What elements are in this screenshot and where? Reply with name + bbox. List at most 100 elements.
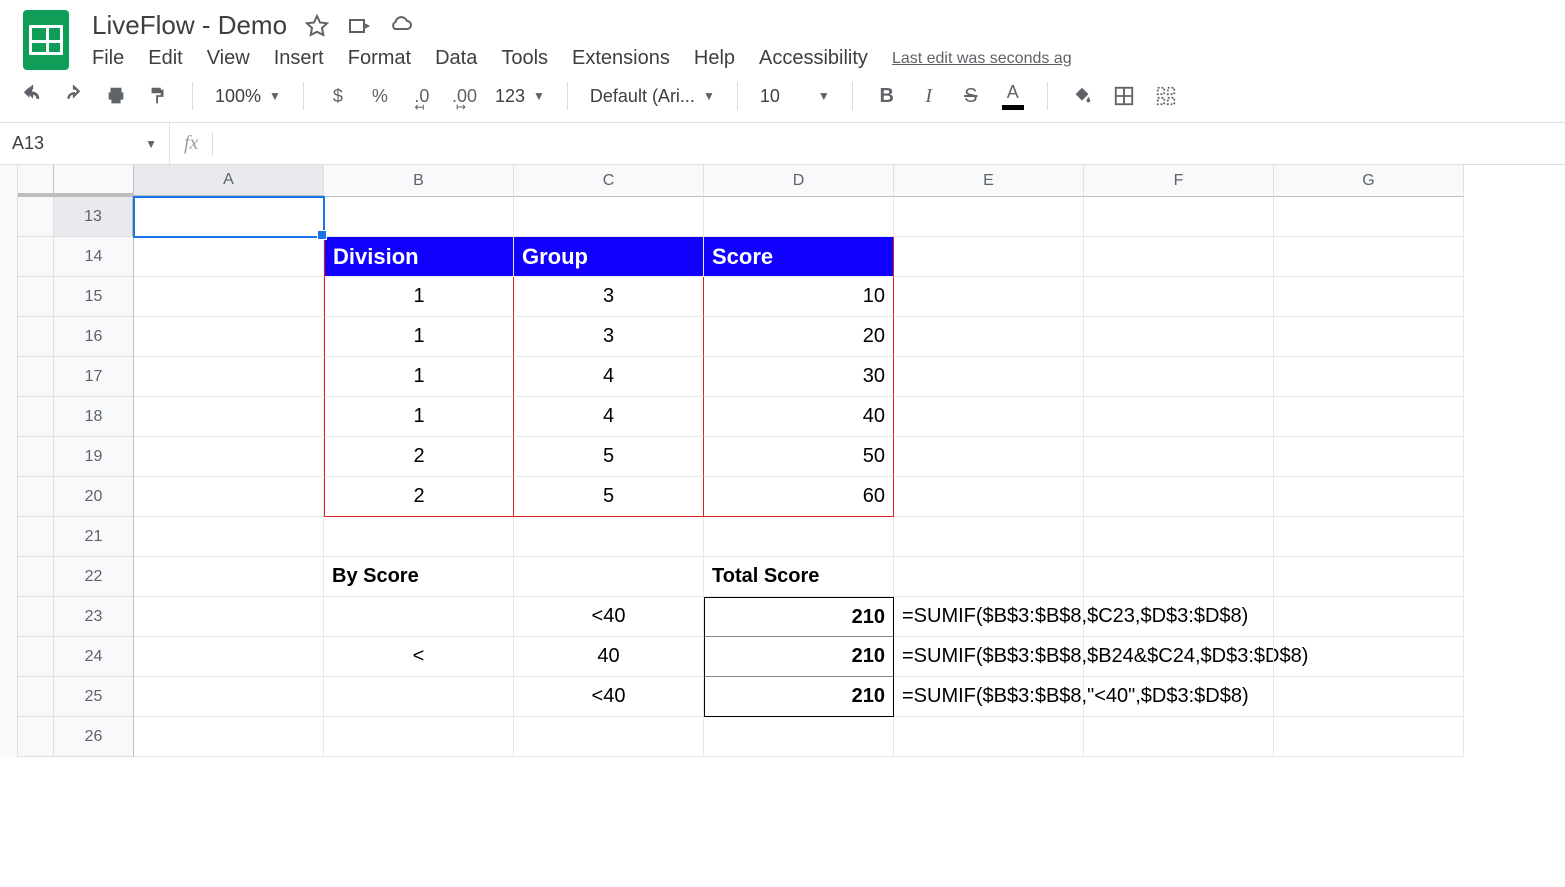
menu-tools[interactable]: Tools xyxy=(501,47,548,70)
cell-C20[interactable]: 5 xyxy=(514,477,704,517)
print-button[interactable] xyxy=(104,85,128,107)
col-header-E[interactable]: E xyxy=(894,165,1084,197)
cell-G26[interactable] xyxy=(1274,717,1464,757)
col-header-B[interactable]: B xyxy=(324,165,514,197)
name-box[interactable]: A13 ▼ xyxy=(0,123,170,164)
cell-D21[interactable] xyxy=(704,517,894,557)
cell-A22[interactable] xyxy=(134,557,324,597)
cell-A21[interactable] xyxy=(134,517,324,557)
cell-E19[interactable] xyxy=(894,437,1084,477)
row-header-19[interactable]: 19 xyxy=(54,437,134,477)
cell-C19[interactable]: 5 xyxy=(514,437,704,477)
cell-B15[interactable]: 1 xyxy=(324,277,514,317)
row-header-20[interactable]: 20 xyxy=(54,477,134,517)
cell-F24[interactable] xyxy=(1084,637,1274,677)
cell-D14[interactable]: Score xyxy=(704,237,894,277)
cell-A13[interactable] xyxy=(134,197,324,237)
zoom-select[interactable]: 100% ▼ xyxy=(215,86,281,107)
row-header-23[interactable]: 23 xyxy=(54,597,134,637)
merge-cells-button[interactable] xyxy=(1154,85,1178,107)
cell-G16[interactable] xyxy=(1274,317,1464,357)
cell-G15[interactable] xyxy=(1274,277,1464,317)
cell-A20[interactable] xyxy=(134,477,324,517)
cell-B17[interactable]: 1 xyxy=(324,357,514,397)
cell-D19[interactable]: 50 xyxy=(704,437,894,477)
row-header-14[interactable]: 14 xyxy=(54,237,134,277)
cell-D15[interactable]: 10 xyxy=(704,277,894,317)
col-header-A[interactable]: A xyxy=(134,165,324,197)
row-header-16[interactable]: 16 xyxy=(54,317,134,357)
cell-B21[interactable] xyxy=(324,517,514,557)
cell-G14[interactable] xyxy=(1274,237,1464,277)
cell-D25[interactable]: 210 xyxy=(704,677,894,717)
cloud-status-icon[interactable] xyxy=(389,14,413,38)
cell-D18[interactable]: 40 xyxy=(704,397,894,437)
cell-C16[interactable]: 3 xyxy=(514,317,704,357)
menu-file[interactable]: File xyxy=(92,47,124,70)
menu-insert[interactable]: Insert xyxy=(274,47,324,70)
cell-E20[interactable] xyxy=(894,477,1084,517)
cell-D22[interactable]: Total Score xyxy=(704,557,894,597)
cell-E14[interactable] xyxy=(894,237,1084,277)
cell-F14[interactable] xyxy=(1084,237,1274,277)
cell-A25[interactable] xyxy=(134,677,324,717)
cell-B14[interactable]: Division xyxy=(324,237,514,277)
row-header-17[interactable]: 17 xyxy=(54,357,134,397)
cell-E16[interactable] xyxy=(894,317,1084,357)
cell-F25[interactable] xyxy=(1084,677,1274,717)
cell-F18[interactable] xyxy=(1084,397,1274,437)
font-select[interactable]: Default (Ari... ▼ xyxy=(590,86,715,107)
cell-G22[interactable] xyxy=(1274,557,1464,597)
redo-button[interactable] xyxy=(62,85,86,107)
bold-button[interactable]: B xyxy=(875,85,899,108)
cell-B22[interactable]: By Score xyxy=(324,557,514,597)
cell-A24[interactable] xyxy=(134,637,324,677)
cell-D23[interactable]: 210 xyxy=(704,597,894,637)
borders-button[interactable] xyxy=(1112,85,1136,107)
col-header-D[interactable]: D xyxy=(704,165,894,197)
cell-D26[interactable] xyxy=(704,717,894,757)
cell-F19[interactable] xyxy=(1084,437,1274,477)
cell-G23[interactable] xyxy=(1274,597,1464,637)
cell-E25[interactable]: =SUMIF($B$3:$B$8,"<40",$D$3:$D$8) xyxy=(894,677,1084,717)
cell-C25[interactable]: <40 xyxy=(514,677,704,717)
cell-D13[interactable] xyxy=(704,197,894,237)
row-header-24[interactable]: 24 xyxy=(54,637,134,677)
decrease-decimal-button[interactable]: .0↤ xyxy=(410,86,434,107)
cell-E22[interactable] xyxy=(894,557,1084,597)
cell-E18[interactable] xyxy=(894,397,1084,437)
cell-C13[interactable] xyxy=(514,197,704,237)
cell-B23[interactable] xyxy=(324,597,514,637)
cell-G13[interactable] xyxy=(1274,197,1464,237)
row-header-21[interactable]: 21 xyxy=(54,517,134,557)
col-header-F[interactable]: F xyxy=(1084,165,1274,197)
currency-button[interactable]: $ xyxy=(326,86,350,107)
row-header-15[interactable]: 15 xyxy=(54,277,134,317)
cell-G24[interactable] xyxy=(1274,637,1464,677)
menu-data[interactable]: Data xyxy=(435,47,477,70)
cell-E26[interactable] xyxy=(894,717,1084,757)
cell-F26[interactable] xyxy=(1084,717,1274,757)
cell-E15[interactable] xyxy=(894,277,1084,317)
menu-extensions[interactable]: Extensions xyxy=(572,47,670,70)
cell-B20[interactable]: 2 xyxy=(324,477,514,517)
more-formats-button[interactable]: 123 ▼ xyxy=(495,86,545,107)
doc-title[interactable]: LiveFlow - Demo xyxy=(92,10,287,41)
cell-B24[interactable]: < xyxy=(324,637,514,677)
cell-B19[interactable]: 2 xyxy=(324,437,514,477)
cell-E24[interactable]: =SUMIF($B$3:$B$8,$B24&$C24,$D$3:$D$8) xyxy=(894,637,1084,677)
cell-G17[interactable] xyxy=(1274,357,1464,397)
cell-G20[interactable] xyxy=(1274,477,1464,517)
cell-G25[interactable] xyxy=(1274,677,1464,717)
cell-F21[interactable] xyxy=(1084,517,1274,557)
star-icon[interactable] xyxy=(305,14,329,38)
move-icon[interactable] xyxy=(347,14,371,38)
menu-help[interactable]: Help xyxy=(694,47,735,70)
row-header-13[interactable]: 13 xyxy=(54,197,134,237)
sheets-logo[interactable] xyxy=(20,10,72,70)
cell-C22[interactable] xyxy=(514,557,704,597)
strikethrough-button[interactable]: S xyxy=(959,85,983,108)
cell-E17[interactable] xyxy=(894,357,1084,397)
cell-A16[interactable] xyxy=(134,317,324,357)
cell-D20[interactable]: 60 xyxy=(704,477,894,517)
